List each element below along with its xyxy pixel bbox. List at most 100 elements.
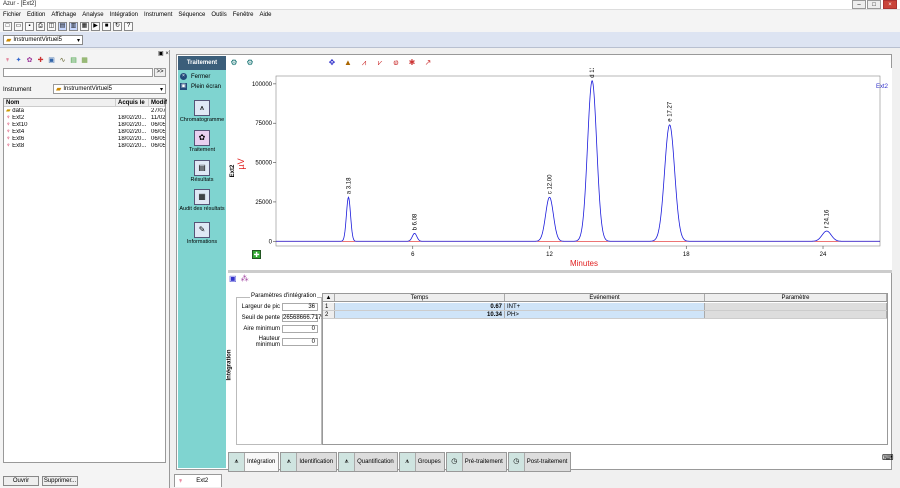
column-header-evenement[interactable]: Evénement [505,294,705,301]
baseline-icon[interactable]: ▲ [343,58,353,68]
integration-window-icon[interactable]: ▣ [229,274,237,283]
list-item[interactable]: ▰ data 27/07, [4,108,165,115]
identification-icon: ⩚ [281,453,298,471]
event-time-cell[interactable]: 10.34 [335,311,505,318]
refresh-icon[interactable]: ↻ [113,21,122,31]
tab-groupes[interactable]: ⩚ Groupes [398,452,445,472]
series-label: Ext2 [876,84,889,90]
list-item[interactable]: ♆ Ext1018/02/20...06/05, [4,122,165,129]
peak-label-icon[interactable]: ⱷ [391,58,401,68]
maximize-button[interactable]: □ [867,0,881,9]
minimize-button[interactable]: – [852,0,866,9]
document-tab-ext2[interactable]: ♆ Ext2 [174,474,222,487]
min-area-input[interactable]: 0 [282,325,318,333]
menu-item-instrument[interactable]: Instrument [144,12,172,18]
column-header-parametre[interactable]: Paramètre [705,294,887,301]
chromatogram-icon[interactable]: ♆ [3,56,12,65]
curve-icon[interactable]: ∿ [58,56,67,65]
calibration-icon[interactable]: ▣ [47,56,56,65]
preview-icon[interactable]: ◫ [47,21,56,31]
peak-add-icon[interactable]: ⩘ [359,58,369,68]
report-icon[interactable]: ✚ [36,56,45,65]
integration-tool-icon[interactable]: ⁂ [241,274,249,283]
menu-item-fichier[interactable]: Fichier [3,12,21,18]
menu-item-edition[interactable]: Edition [27,12,45,18]
menu-item-analyse[interactable]: Analyse [82,12,103,18]
menu-item-aide[interactable]: Aide [259,12,271,18]
browser-instrument-select[interactable]: ▰ InstrumentVirtuel5 ▾ [53,84,166,94]
results-icon: ▤ [194,160,210,176]
min-height-input[interactable]: 0 [282,338,318,346]
new-icon[interactable]: □ [3,21,12,31]
sidebar-item-informations[interactable]: ✎ Informations [178,222,226,245]
export-icon[interactable]: ▦ [80,56,89,65]
list-item[interactable]: ♆ Ext418/02/20...06/05, [4,129,165,136]
table-icon[interactable]: ▤ [69,56,78,65]
menu-item-integration[interactable]: Intégration [110,12,138,18]
view-list-icon[interactable]: ▤ [58,21,67,31]
audit-icon: ▦ [194,189,210,205]
sidebar-close-label: Fermer [191,73,211,80]
save-icon[interactable]: ▪ [25,21,34,31]
tangent-icon[interactable]: ↗ [423,58,433,68]
zoom-in-icon[interactable]: ⚙ [229,58,239,68]
view-detail-icon[interactable]: ▥ [69,21,78,31]
sequence-icon[interactable]: ✿ [25,56,34,65]
tab-pretraitement[interactable]: ◷ Pré-traitement [445,452,507,472]
horizontal-splitter[interactable] [228,270,892,273]
sidebar-item-traitement[interactable]: ✿ Traitement [178,130,226,153]
search-go-button[interactable]: >> [154,68,166,77]
tab-posttraitement[interactable]: ◷ Post-traitement [507,452,572,472]
tab-quantification[interactable]: ⩚ Quantification [338,452,398,472]
move-icon[interactable]: ✥ [327,58,337,68]
peak-delete-icon[interactable]: ✱ [407,58,417,68]
table-corner-icon[interactable]: ▲ [323,294,335,301]
column-header-temps[interactable]: Temps [335,294,505,301]
stop-icon[interactable]: ■ [102,21,111,31]
instrument-select[interactable]: ▰ InstrumentVirtuel5 ▾ [3,35,83,45]
event-type-cell[interactable]: INT+ [505,303,705,310]
list-item[interactable]: ♆ Ext618/02/20...06/05, [4,136,165,143]
close-button[interactable]: × [883,0,897,9]
pane-close-icon[interactable]: ▣ × [158,50,169,57]
run-icon[interactable]: ▶ [91,21,100,31]
column-header-name[interactable]: Nom [4,99,116,107]
sidebar-fullscreen-button[interactable]: ▣ Plein écran [180,82,224,91]
print-icon[interactable]: ⎙ [36,21,45,31]
event-type-cell[interactable]: PH> [505,311,705,318]
peak-width-input[interactable]: 36 [282,303,318,311]
open-button[interactable]: Ouvrir [3,476,39,486]
menu-item-affichage[interactable]: Affichage [51,12,76,18]
sidebar-item-label: Résultats [190,177,214,183]
sidebar-item-chromatogramme[interactable]: ⩚ Chromatogramme [178,100,226,123]
event-param-cell[interactable] [705,311,887,318]
chromatogram-chart[interactable]: µV Ext2 Minutes Ext2 0 25000 50000 75000 100… [228,68,892,270]
list-item[interactable]: ♆ Ext218/02/20...11/02, [4,115,165,122]
delete-button[interactable]: Supprimer... [42,476,78,486]
column-header-acquired[interactable]: Acquis le [116,99,149,107]
list-item[interactable]: ♆ Ext818/02/20...06/05, [4,143,165,150]
table-row[interactable]: 1 0.67 INT+ [323,303,887,311]
sidebar-close-button[interactable]: × Fermer [180,72,224,81]
expand-icon[interactable]: ✚ [252,250,261,259]
event-param-cell[interactable] [705,303,887,310]
view-grid-icon[interactable]: ▦ [80,21,89,31]
sidebar-item-audit[interactable]: ▦ Audit des résultats [178,189,226,212]
tab-integration[interactable]: ⩚ Intégration [228,452,280,472]
search-input[interactable] [3,68,153,77]
help-icon[interactable]: ? [124,21,133,31]
event-time-cell[interactable]: 0.67 [335,303,505,310]
slope-threshold-input[interactable]: 26568666.7175 [282,314,325,322]
keyboard-icon[interactable]: ⌨ [882,453,894,462]
zoom-out-icon[interactable]: ⚙ [245,58,255,68]
menu-item-outils[interactable]: Outils [211,12,226,18]
open-icon[interactable]: ▭ [14,21,23,31]
sidebar-item-resultats[interactable]: ▤ Résultats [178,160,226,183]
method-icon[interactable]: ✦ [14,56,23,65]
menu-item-fenetre[interactable]: Fenêtre [233,12,254,18]
tab-identification[interactable]: ⩚ Identification [280,452,338,472]
peak-split-icon[interactable]: ⩗ [375,58,385,68]
menu-item-sequence[interactable]: Séquence [178,12,205,18]
column-header-modified[interactable]: Modif [149,99,167,107]
table-row[interactable]: 2 10.34 PH> [323,311,887,319]
